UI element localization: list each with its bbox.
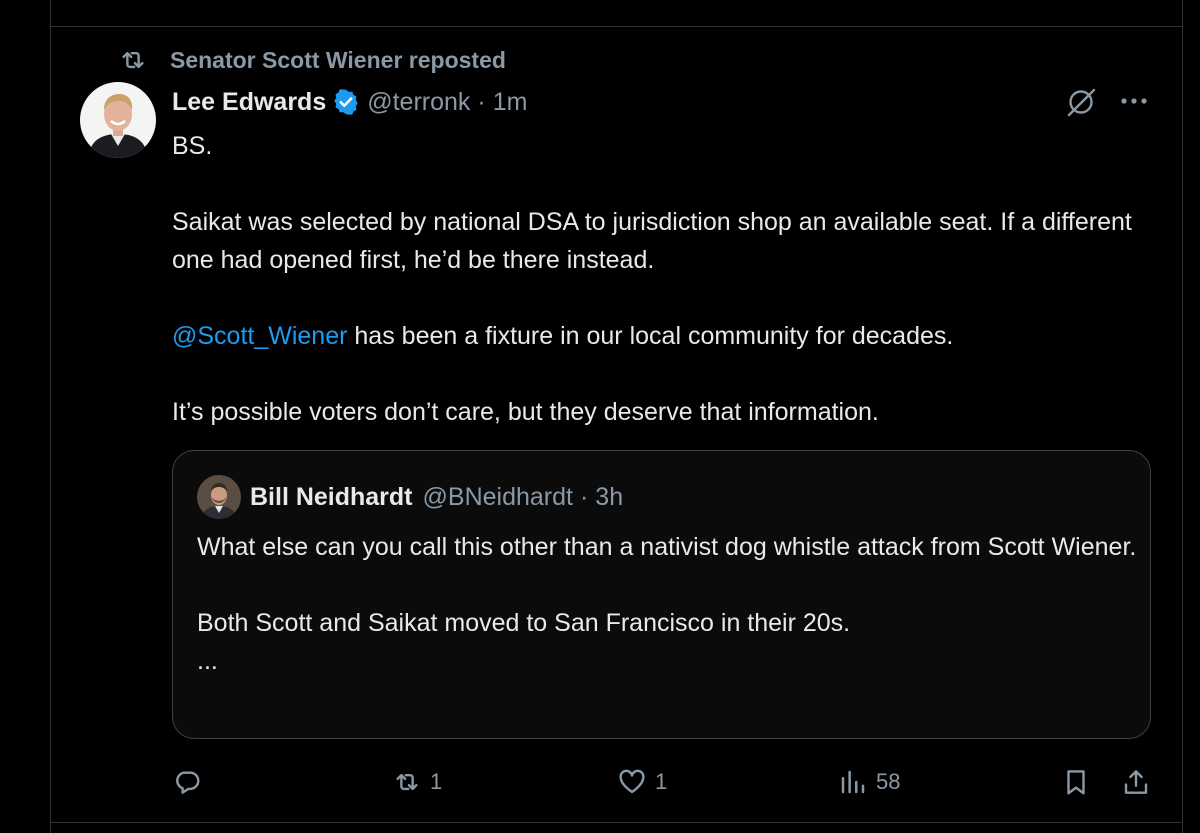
like-button[interactable]: 1 (617, 762, 667, 802)
divider-top (50, 26, 1183, 27)
quoted-tweet-body: What else can you call this other than a… (197, 528, 1137, 680)
view-count: 58 (876, 769, 901, 794)
repost-count: 1 (430, 769, 443, 794)
tweet-paragraph-text: has been a fixture in our local communit… (354, 322, 954, 350)
repost-button[interactable]: 1 (392, 762, 442, 802)
repost-label: Senator Scott Wiener reposted (170, 46, 506, 73)
author-avatar[interactable] (80, 82, 156, 158)
repost-context[interactable]: Senator Scott Wiener reposted (118, 44, 506, 76)
share-button[interactable] (1121, 762, 1151, 802)
tweet-timestamp[interactable]: 1m (493, 88, 528, 117)
tweet-header: Lee Edwards @terronk · 1m (172, 83, 527, 121)
reply-icon (176, 771, 200, 794)
quoted-author-name[interactable]: Bill Neidhardt (250, 483, 413, 512)
bookmark-icon (1067, 770, 1085, 795)
analytics-icon (841, 770, 865, 794)
quoted-ellipsis: ... (197, 647, 218, 675)
tweet-actions: 1 1 58 (0, 762, 1200, 802)
like-count: 1 (655, 769, 668, 794)
quoted-tweet[interactable]: Bill Neidhardt @BNeidhardt · 3h What els… (172, 450, 1151, 739)
separator-dot: · (477, 87, 486, 116)
author-handle[interactable]: @terronk (367, 88, 470, 117)
mention-link[interactable]: @Scott_Wiener (172, 322, 347, 350)
quoted-author-handle[interactable]: @BNeidhardt (423, 483, 573, 512)
separator-dot: · (579, 482, 589, 511)
quoted-paragraph: Both Scott and Saikat moved to San Franc… (197, 609, 851, 637)
views-button[interactable]: 58 (838, 762, 900, 802)
divider-bottom (50, 822, 1183, 823)
share-icon (1124, 770, 1148, 794)
author-name[interactable]: Lee Edwards (172, 88, 326, 117)
quoted-author-avatar[interactable] (197, 475, 241, 519)
tweet-body: BS. Saikat was selected by national DSA … (172, 127, 1162, 431)
tweet-paragraph-with-mention: @Scott_Wiener has been a fixture in our … (172, 317, 1162, 355)
reply-button[interactable] (172, 762, 210, 802)
more-options-icon[interactable] (1118, 92, 1150, 110)
verified-badge-icon[interactable] (332, 88, 360, 116)
quoted-tweet-header: Bill Neidhardt @BNeidhardt · 3h (250, 479, 623, 515)
bookmark-button[interactable] (1061, 762, 1091, 802)
repost-icon (396, 773, 418, 791)
quoted-timestamp[interactable]: 3h (595, 483, 623, 512)
repost-icon (122, 51, 144, 69)
quoted-paragraph: What else can you call this other than a… (197, 533, 1137, 561)
tweet-paragraph: Saikat was selected by national DSA to j… (172, 208, 1139, 274)
heart-icon (619, 769, 645, 794)
tweet-paragraph: BS. (172, 132, 213, 160)
grok-icon[interactable] (1063, 84, 1099, 120)
tweet-paragraph: It’s possible voters don’t care, but the… (172, 398, 879, 426)
